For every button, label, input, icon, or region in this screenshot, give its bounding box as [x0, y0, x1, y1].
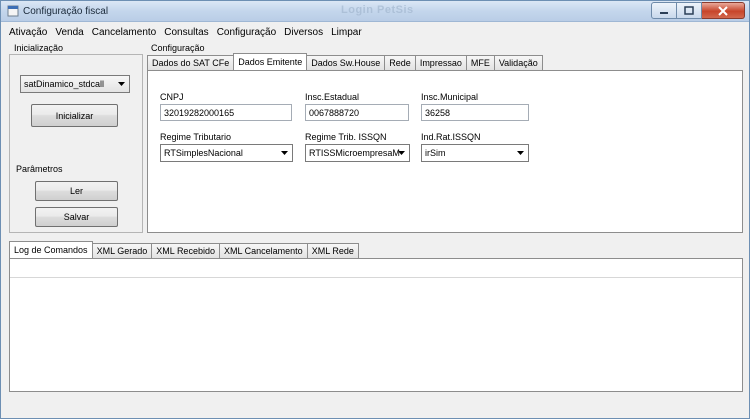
close-icon: [718, 5, 728, 16]
menu-limpar[interactable]: Limpar: [327, 27, 366, 38]
read-button-label: Ler: [69, 186, 83, 196]
save-button[interactable]: Salvar: [35, 207, 118, 227]
regime-label: Regime Tributario: [160, 132, 232, 142]
initialize-button[interactable]: Inicializar: [31, 104, 118, 127]
tab-dados-sw-house[interactable]: Dados Sw.House: [306, 55, 386, 70]
chevron-down-icon: [115, 78, 127, 90]
log-divider: [10, 277, 742, 278]
tab-log-comandos-label: Log de Comandos: [14, 245, 88, 255]
dll-select-value: satDinamico_stdcall: [24, 79, 105, 89]
close-button[interactable]: [702, 2, 745, 19]
menu-configuracao[interactable]: Configuração: [213, 27, 280, 38]
tab-xml-cancelamento[interactable]: XML Cancelamento: [218, 243, 308, 258]
read-button[interactable]: Ler: [35, 181, 118, 201]
tab-dados-sat[interactable]: Dados do SAT CFe: [147, 55, 235, 70]
tab-rede-label: Rede: [389, 58, 411, 68]
ie-value: 0067888720: [309, 107, 360, 118]
tab-impressao[interactable]: Impressao: [414, 55, 467, 70]
ind-rat-label: Ind.Rat.ISSQN: [421, 132, 481, 142]
title-bar[interactable]: Configuração fiscal Login PetSis: [1, 1, 749, 22]
menu-diversos[interactable]: Diversos: [280, 27, 327, 38]
minimize-icon: [660, 11, 668, 14]
status-bar: [1, 397, 749, 418]
tab-dados-sw-house-label: Dados Sw.House: [311, 58, 381, 68]
regime-issqn-value: RTISSMicroempresaM: [309, 148, 400, 158]
im-value: 36258: [425, 107, 451, 118]
cnpj-field[interactable]: 32019282000165: [160, 104, 292, 121]
chevron-down-icon: [395, 147, 407, 159]
cnpj-value: 32019282000165: [164, 107, 235, 118]
tab-xml-recebido[interactable]: XML Recebido: [151, 243, 220, 258]
tab-dados-emitente-label: Dados Emitente: [238, 57, 303, 67]
maximize-icon: [684, 6, 694, 15]
initialize-button-label: Inicializar: [55, 110, 94, 121]
main-window: Configuração fiscal Login PetSis Ativaçã…: [0, 0, 750, 419]
tab-mfe[interactable]: MFE: [465, 55, 495, 70]
minimize-button[interactable]: [651, 2, 677, 19]
log-tabs: Log de Comandos XML Gerado XML Recebido …: [9, 241, 359, 258]
tab-rede[interactable]: Rede: [384, 55, 416, 70]
tab-xml-rede[interactable]: XML Rede: [306, 243, 359, 258]
tab-log-comandos[interactable]: Log de Comandos: [9, 241, 93, 258]
regime-value: RTSimplesNacional: [164, 148, 243, 158]
tab-xml-rede-label: XML Rede: [311, 246, 354, 256]
ie-label: Insc.Estadual: [305, 92, 360, 102]
save-button-label: Salvar: [63, 212, 90, 222]
cnpj-label: CNPJ: [160, 92, 184, 102]
ie-field[interactable]: 0067888720: [305, 104, 409, 121]
tab-validacao[interactable]: Validação: [493, 55, 543, 70]
log-textarea[interactable]: [9, 258, 743, 392]
tab-xml-gerado[interactable]: XML Gerado: [91, 243, 153, 258]
regime-issqn-label: Regime Trib. ISSQN: [305, 132, 387, 142]
window-title: Configuração fiscal: [23, 6, 109, 17]
menu-ativacao[interactable]: Ativação: [5, 27, 51, 38]
im-label: Insc.Municipal: [421, 92, 479, 102]
tab-dados-emitente[interactable]: Dados Emitente: [233, 53, 308, 70]
caption-buttons: [651, 2, 745, 19]
init-group-label: Inicialização: [14, 43, 64, 53]
im-field[interactable]: 36258: [421, 104, 529, 121]
tab-xml-gerado-label: XML Gerado: [96, 246, 148, 256]
regime-issqn-select[interactable]: RTISSMicroempresaM: [305, 144, 410, 162]
params-group-label: Parâmetros: [16, 164, 63, 174]
dll-select[interactable]: satDinamico_stdcall: [20, 75, 130, 93]
menu-venda[interactable]: Venda: [51, 27, 87, 38]
config-group-label: Configuração: [151, 43, 205, 53]
tab-impressao-label: Impressao: [419, 58, 462, 68]
tab-dados-sat-label: Dados do SAT CFe: [152, 58, 230, 68]
emitente-panel: CNPJ 32019282000165 Insc.Estadual 006788…: [147, 70, 743, 233]
config-tabs: Dados do SAT CFe Dados Emitente Dados Sw…: [147, 53, 543, 70]
tab-mfe-label: MFE: [470, 58, 490, 68]
menu-consultas[interactable]: Consultas: [160, 27, 212, 38]
background-window-title: Login PetSis: [341, 4, 414, 16]
chevron-down-icon: [278, 147, 290, 159]
maximize-button[interactable]: [677, 2, 702, 19]
left-panel: satDinamico_stdcall Inicializar Parâmetr…: [9, 54, 143, 233]
regime-select[interactable]: RTSimplesNacional: [160, 144, 293, 162]
menu-bar: Ativação Venda Cancelamento Consultas Co…: [1, 24, 749, 40]
menu-cancelamento[interactable]: Cancelamento: [88, 27, 160, 38]
tab-xml-cancelamento-label: XML Cancelamento: [223, 246, 303, 256]
app-icon: [7, 5, 19, 17]
tab-xml-recebido-label: XML Recebido: [156, 246, 215, 256]
ind-rat-select[interactable]: irSim: [421, 144, 529, 162]
tab-validacao-label: Validação: [498, 58, 538, 68]
chevron-down-icon: [514, 147, 526, 159]
ind-rat-value: irSim: [425, 148, 446, 158]
